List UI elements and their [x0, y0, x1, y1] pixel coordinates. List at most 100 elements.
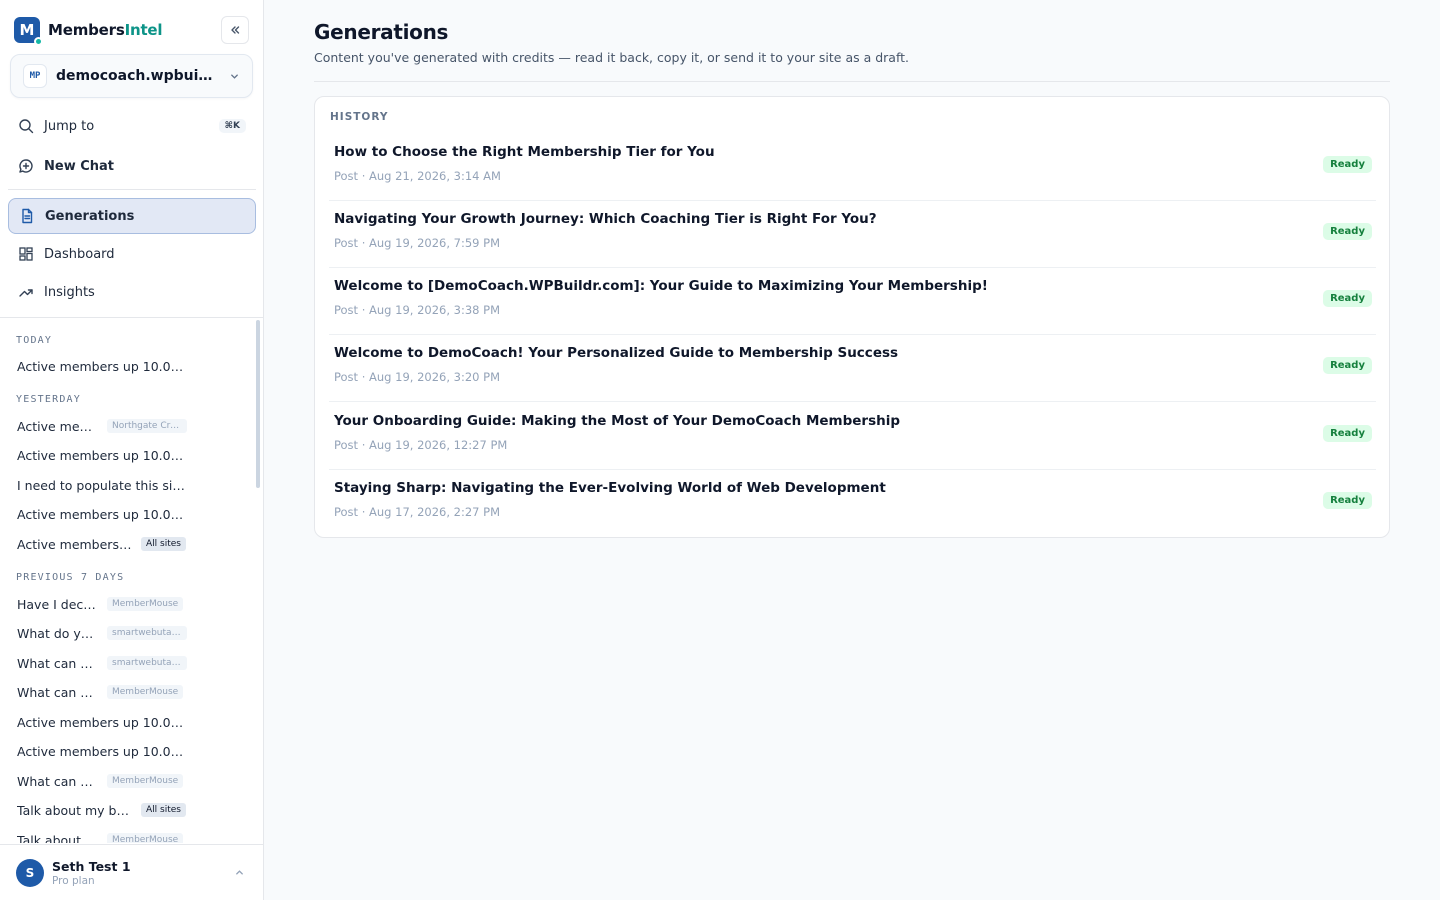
generation-meta: Post · Aug 19, 2026, 3:20 PM [334, 370, 500, 384]
jump-shortcut-badge: ⌘K [218, 119, 246, 133]
chat-item-text: What can you do [17, 684, 97, 700]
generation-row[interactable]: Staying Sharp: Navigating the Ever-Evolv… [329, 470, 1376, 537]
nav-item-dashboard[interactable]: Dashboard [8, 236, 256, 272]
generation-row[interactable]: How to Choose the Right Membership Tier … [329, 134, 1376, 201]
chat-site-chip: MemberMouse [107, 774, 184, 788]
chat-site-chip: smartwebutation [107, 656, 187, 670]
chevron-down-icon [231, 73, 238, 79]
generation-row[interactable]: Navigating Your Growth Journey: Which Co… [329, 201, 1376, 268]
chat-item-text: Active members up 10.0% since last month [17, 447, 187, 463]
generation-meta: Post · Aug 19, 2026, 12:27 PM [334, 438, 508, 452]
chat-site-chip: MemberMouse [107, 833, 184, 843]
generation-meta: Post · Aug 19, 2026, 7:59 PM [334, 236, 500, 250]
chat-item[interactable]: Active members up 10.0% Northgate Creativ… [17, 417, 187, 435]
generation-row[interactable]: Welcome to DemoCoach! Your Personalized … [329, 335, 1376, 402]
nav-item-insights[interactable]: Insights [8, 274, 256, 310]
trend-up-icon [18, 284, 34, 300]
generation-meta: Post · Aug 17, 2026, 2:27 PM [334, 505, 500, 519]
grid-icon [18, 246, 34, 262]
document-icon [19, 208, 35, 224]
generation-title: Welcome to [DemoCoach.WPBuildr.com]: You… [334, 278, 988, 294]
chat-item[interactable]: Active members up 10.0% since last month [17, 742, 187, 760]
chat-item[interactable]: Active members up 10.0% All sites [17, 535, 186, 553]
chat-item-text: Active members up 10.0% since last month [17, 743, 187, 759]
chat-site-chip: MemberMouse [107, 597, 184, 611]
avatar: S [16, 858, 44, 887]
chat-item[interactable]: What can you do MemberMouse [17, 772, 184, 790]
brand-name-accent: Intel [124, 21, 163, 39]
chat-item[interactable]: Talk about my business MemberMouse [17, 831, 184, 844]
generation-title: Navigating Your Growth Journey: Which Co… [334, 211, 877, 227]
history-scrollbar[interactable] [256, 320, 260, 488]
generation-row[interactable]: Welcome to [DemoCoach.WPBuildr.com]: You… [329, 268, 1376, 335]
chat-item[interactable]: What do you think smartwebutation [17, 624, 187, 642]
generation-title: Staying Sharp: Navigating the Ever-Evolv… [334, 480, 886, 496]
chat-item-text: Have I decided [17, 596, 97, 612]
user-info: Seth Test 1 Pro plan [52, 859, 131, 887]
chat-item-text: Active members up 10.0% [17, 418, 97, 434]
brand-name-main: Members [48, 21, 125, 39]
jump-to-label: Jump to [44, 118, 95, 134]
brand-logo-letter: M [19, 21, 35, 39]
site-picker[interactable]: MP democoach.wpbuildr.com [10, 54, 253, 98]
chat-item[interactable]: Talk about my business All sites [17, 801, 186, 819]
chat-item[interactable]: What can you do MemberMouse [17, 683, 184, 701]
brand-name: MembersIntel [48, 21, 163, 39]
generation-title: How to Choose the Right Membership Tier … [334, 144, 715, 160]
generation-meta: Post · Aug 21, 2026, 3:14 AM [334, 169, 501, 183]
generation-meta: Post · Aug 19, 2026, 3:38 PM [334, 303, 500, 317]
chat-item[interactable]: I need to populate this site with conten… [17, 476, 187, 494]
group-label-today: TODAY [16, 335, 53, 346]
status-badge: Ready [1323, 223, 1372, 240]
nav-label-generations: Generations [45, 208, 135, 224]
chat-site-chip: smartwebutation [107, 626, 187, 640]
chat-item[interactable]: What can you do smartwebutation [17, 654, 187, 672]
chat-item-text: What can you do [17, 655, 97, 671]
chat-item-text: Active members up 10.0% since last month [17, 506, 187, 522]
history-label: HISTORY [330, 111, 389, 123]
chat-item-text: Active members up 10.0% since last month [17, 358, 187, 374]
search-icon [18, 118, 34, 134]
chat-item-text: What can you do [17, 773, 97, 789]
chat-site-chip: All sites [141, 803, 186, 817]
user-name: Seth Test 1 [52, 858, 131, 874]
nav-item-generations[interactable]: Generations [8, 198, 256, 234]
jump-to-button[interactable]: Jump to ⌘K [8, 108, 256, 144]
chat-item-text: Active members up 10.0% since last month [17, 714, 187, 730]
chat-item[interactable]: Active members up 10.0% since last month [17, 357, 187, 375]
status-badge: Ready [1323, 357, 1372, 374]
status-badge: Ready [1323, 492, 1372, 509]
main-content: Generations Content you've generated wit… [264, 0, 1440, 900]
brand-logo: M [14, 17, 43, 46]
chat-item-text: I need to populate this site with conten… [17, 477, 187, 493]
chat-item[interactable]: Have I decided MemberMouse [17, 595, 184, 613]
chat-item-text: What do you think [17, 625, 97, 641]
history-card: HISTORY How to Choose the Right Membersh… [314, 96, 1390, 538]
nav-label-dashboard: Dashboard [44, 246, 115, 262]
new-chat-button[interactable]: New Chat [8, 148, 256, 184]
generation-title: Welcome to DemoCoach! Your Personalized … [334, 345, 899, 361]
brand[interactable]: M MembersIntel [14, 17, 163, 46]
status-badge: Ready [1323, 156, 1372, 173]
collapse-sidebar-button[interactable] [221, 16, 249, 44]
generation-row[interactable]: Your Onboarding Guide: Making the Most o… [329, 403, 1376, 470]
header-divider [314, 81, 1390, 82]
status-badge: Ready [1323, 290, 1372, 307]
site-badge: MP [23, 64, 47, 88]
chat-item[interactable]: Active members up 10.0% since last month [17, 505, 187, 523]
chat-item-text: Talk about my business [17, 832, 97, 844]
page-title: Generations [314, 20, 449, 44]
generation-title: Your Onboarding Guide: Making the Most o… [334, 413, 901, 429]
double-chevron-left-icon [231, 26, 240, 34]
user-menu[interactable]: S Seth Test 1 Pro plan [0, 844, 263, 900]
chat-history[interactable]: TODAY Active members up 10.0% since last… [0, 318, 263, 843]
chat-item-text: Active members up 10.0% [17, 536, 133, 552]
status-badge: Ready [1323, 425, 1372, 442]
chat-item[interactable]: Active members up 10.0% since last month [17, 446, 187, 464]
group-label-yesterday: YESTERDAY [16, 394, 81, 405]
sidebar: M MembersIntel MP democoach.wpbuildr.com… [0, 0, 264, 900]
nav-divider [8, 189, 256, 190]
chat-item[interactable]: Active members up 10.0% since last month [17, 713, 187, 731]
user-plan: Pro plan [52, 874, 95, 887]
new-chat-label: New Chat [44, 158, 115, 174]
